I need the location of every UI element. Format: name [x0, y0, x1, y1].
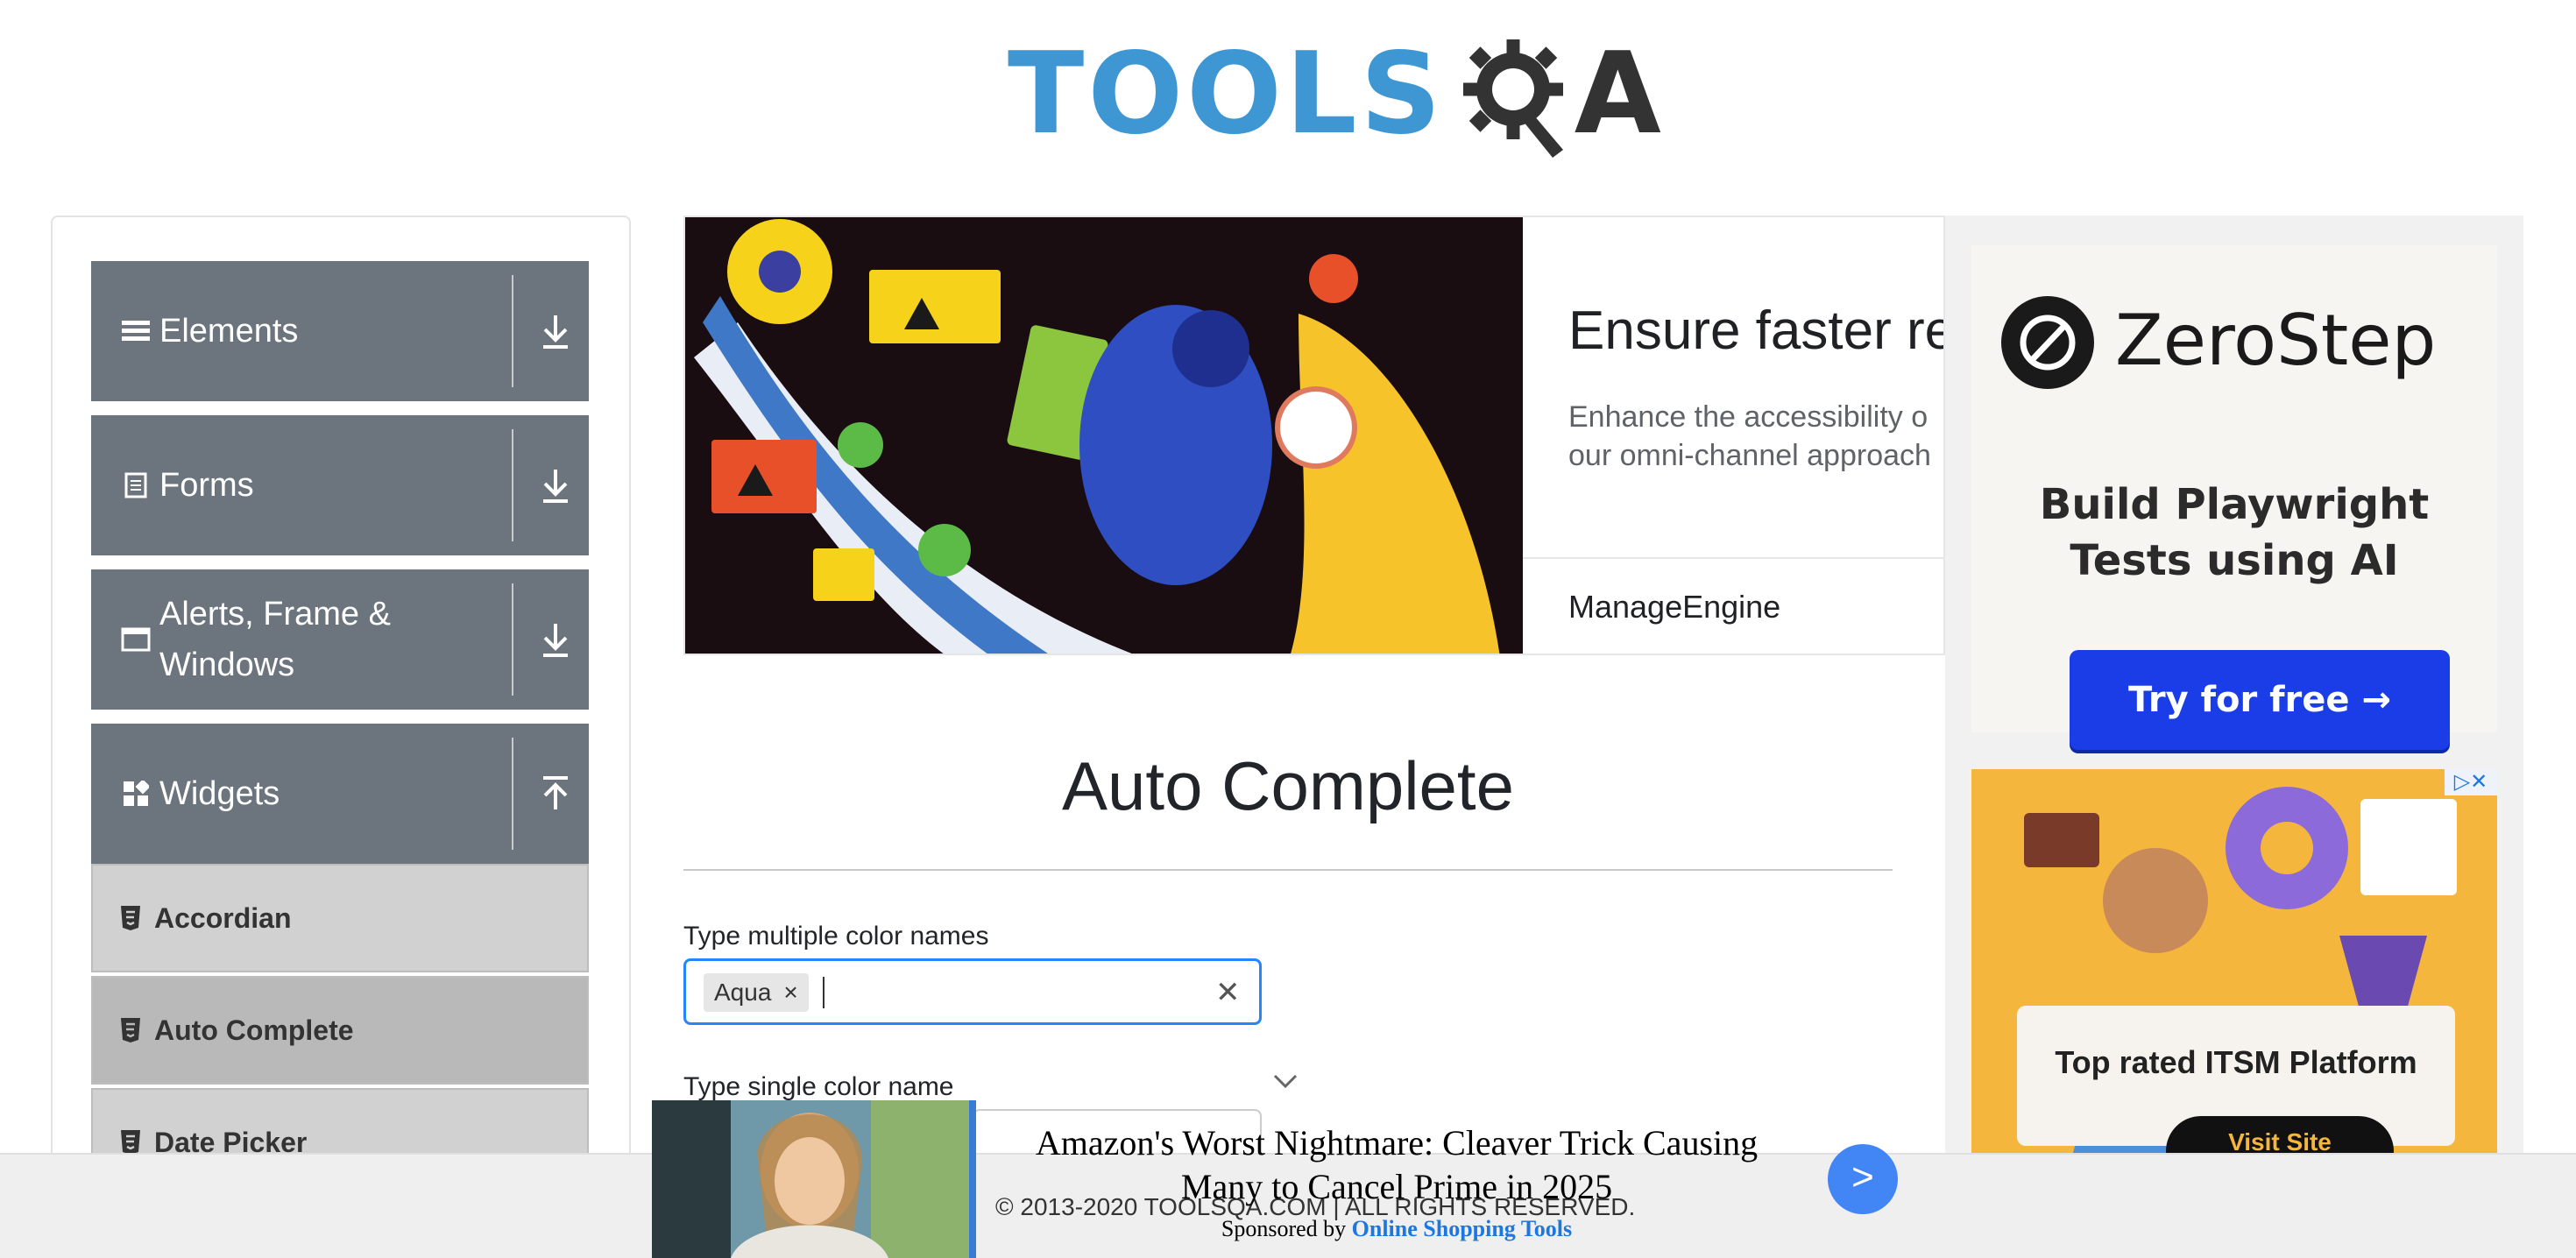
chip-label: Aqua	[714, 979, 772, 1006]
zerostep-tagline: Build Playwright Tests using AI	[1971, 477, 2497, 589]
download-arrow-icon	[543, 470, 568, 503]
title-divider	[683, 869, 1893, 871]
text-caret	[823, 977, 824, 1008]
ad-brand: ManageEngine	[1568, 589, 1781, 625]
sidebar: Elements Forms Alerts, Frame & Windows W…	[51, 216, 631, 1258]
logo-text: TOOLS	[1008, 29, 1445, 159]
color-chip: Aqua ×	[704, 973, 809, 1012]
sidebar-group-alerts[interactable]: Alerts, Frame & Windows	[91, 569, 589, 710]
top-ad-banner[interactable]: Ensure faster res Enhance the accessibil…	[683, 216, 1945, 655]
divider	[512, 738, 513, 850]
zerostep-brand: ZeroStep	[2115, 300, 2437, 381]
html5-icon	[121, 1018, 140, 1042]
sidebar-group-forms[interactable]: Forms	[91, 415, 589, 555]
next-arrow-button[interactable]: >	[1828, 1144, 1898, 1214]
sidebar-item-label: Accordian	[154, 901, 292, 934]
itsm-card: Top rated ITSM Platform Visit Site	[2017, 1006, 2455, 1179]
ad-photo	[652, 1100, 976, 1258]
ad-illustration	[685, 217, 1523, 654]
ad-headline: Ensure faster res	[1568, 300, 1945, 361]
logo-text-a: A	[1574, 29, 1661, 159]
ad-choices-icon[interactable]: ▷✕	[2445, 769, 2497, 795]
chevron-down-icon[interactable]	[1272, 1071, 1299, 1092]
itsm-text: Top rated ITSM Platform	[2055, 1044, 2417, 1080]
ad-separator	[1523, 557, 1943, 559]
divider	[512, 583, 513, 696]
ad-body-line: our omni-channel approach	[1568, 439, 1931, 472]
upload-arrow-icon	[543, 776, 568, 809]
html5-icon	[121, 1130, 140, 1155]
multiple-color-input[interactable]: Aqua × ✕	[683, 958, 1262, 1025]
manageengine-ad[interactable]: ▷✕ Top rated ITSM Platform Visit Site	[1971, 769, 2497, 1179]
page: { "header": { "logo_text": "TOOLS", "log…	[0, 0, 2576, 1258]
logo-gear-magnifier-icon	[1462, 39, 1563, 158]
sidebar-item-accordian[interactable]: Accordian	[91, 864, 589, 972]
sidebar-item-auto-complete[interactable]: Auto Complete	[91, 976, 589, 1085]
widgets-icon	[121, 779, 151, 809]
page-title: Auto Complete	[1062, 747, 1514, 824]
multiple-color-label: Type multiple color names	[683, 922, 989, 951]
list-icon	[121, 316, 151, 346]
toolsqa-logo[interactable]: TOOLS A	[1008, 25, 1661, 165]
ad-body: Enhance the accessibility o our omni-cha…	[1568, 398, 1931, 475]
sponsored-prefix: Sponsored by	[1221, 1216, 1347, 1241]
clear-icon[interactable]: ✕	[1215, 975, 1241, 1010]
html5-icon	[121, 906, 140, 930]
zerostep-logo-icon	[2001, 296, 2094, 389]
sidebar-item-label: Auto Complete	[154, 1014, 354, 1046]
sponsor-link[interactable]: Online Shopping Tools	[1352, 1216, 1572, 1241]
zerostep-ad[interactable]: ZeroStep Build Playwright Tests using AI…	[1971, 245, 2497, 750]
window-icon	[121, 625, 151, 654]
download-arrow-icon	[543, 315, 568, 349]
sidebar-group-widgets[interactable]: Widgets	[91, 724, 589, 864]
divider	[512, 429, 513, 541]
ad-body-line: Enhance the accessibility o	[1568, 400, 1928, 434]
ad-headline[interactable]: Amazon's Worst Nightmare: Cleaver Trick …	[1011, 1121, 1782, 1209]
form-icon	[121, 470, 151, 500]
sidebar-group-elements[interactable]: Elements	[91, 261, 589, 401]
sponsored-by: Sponsored by Online Shopping Tools	[1011, 1216, 1782, 1242]
download-arrow-icon	[543, 624, 568, 657]
sidebar-group-label: Forms	[159, 467, 254, 504]
sidebar-group-label: Widgets	[159, 775, 280, 812]
chip-remove-icon[interactable]: ×	[783, 979, 808, 1007]
bottom-sponsored-ad[interactable]: Amazon's Worst Nightmare: Cleaver Trick …	[652, 1100, 1914, 1258]
tagline-line: Tests using AI	[2070, 536, 2399, 585]
headline-line: Many to Cancel Prime in 2025	[1180, 1167, 1613, 1206]
headline-line: Amazon's Worst Nightmare: Cleaver Trick …	[1035, 1123, 1759, 1163]
divider	[512, 275, 513, 387]
right-ad[interactable]: ZeroStep Build Playwright Tests using AI…	[1945, 216, 2523, 1179]
try-for-free-button[interactable]: Try for free →	[2070, 650, 2450, 750]
tagline-line: Build Playwright	[2039, 480, 2430, 529]
sidebar-group-label: Alerts, Frame & Windows	[159, 596, 391, 683]
single-color-label: Type single color name	[683, 1072, 954, 1101]
sidebar-group-label: Elements	[159, 313, 299, 350]
